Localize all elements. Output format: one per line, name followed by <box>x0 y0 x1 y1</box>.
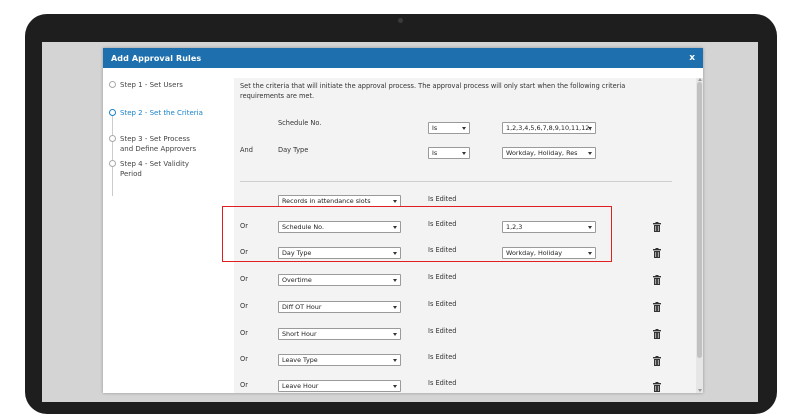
chevron-down-icon <box>588 127 592 130</box>
step-circle-icon <box>109 160 116 167</box>
criteria-intro: Set the criteria that will initiate the … <box>240 82 626 100</box>
step-2-set-criteria[interactable]: Step 2 - Set the Criteria <box>109 108 220 118</box>
webcam <box>398 18 403 23</box>
trash-icon[interactable] <box>653 222 661 232</box>
chevron-down-icon <box>462 152 466 155</box>
criteria-field-label: Schedule No. <box>278 119 322 127</box>
step-3-set-process[interactable]: Step 3 - Set Process and Define Approver… <box>109 134 200 154</box>
step-1-set-users[interactable]: Step 1 - Set Users <box>109 80 220 90</box>
dialog-title: Add Approval Rules <box>111 53 202 63</box>
edit-status: Is Edited <box>428 353 457 361</box>
scrollbar-thumb[interactable] <box>697 82 702 358</box>
scroll-down-arrow-icon[interactable] <box>697 389 702 392</box>
section-divider <box>240 181 672 182</box>
edit-field-select[interactable]: Diff OT Hour <box>278 301 401 313</box>
edit-status: Is Edited <box>428 300 457 308</box>
chevron-down-icon <box>588 152 592 155</box>
value-select[interactable]: Workday, Holiday, Res <box>502 147 596 159</box>
criteria-field-label: Day Type <box>278 146 309 154</box>
edit-status: Is Edited <box>428 379 457 387</box>
step-label: Step 3 - Set Process and Define Approver… <box>120 135 197 153</box>
chevron-down-icon <box>393 333 397 336</box>
edit-field-select[interactable]: Overtime <box>278 274 401 286</box>
scroll-up-arrow-icon[interactable] <box>697 78 702 81</box>
trash-icon[interactable] <box>653 356 661 366</box>
step-4-set-validity[interactable]: Step 4 - Set Validity Period <box>109 159 200 179</box>
vertical-scrollbar[interactable] <box>696 78 703 393</box>
trash-icon[interactable] <box>653 275 661 285</box>
trash-icon[interactable] <box>653 302 661 312</box>
edit-connector: Or <box>240 302 248 310</box>
operator-select[interactable]: Is <box>428 122 470 134</box>
edit-field-select[interactable]: Short Hour <box>278 328 401 340</box>
chevron-down-icon <box>393 359 397 362</box>
edit-status: Is Edited <box>428 195 457 203</box>
operator-select[interactable]: Is <box>428 147 470 159</box>
close-icon[interactable]: x <box>689 53 695 63</box>
step-label: Step 1 - Set Users <box>120 81 183 89</box>
value-select[interactable]: 1,2,3,4,5,6,7,8,9,10,11,12, <box>502 122 596 134</box>
edit-field-select[interactable]: Leave Hour <box>278 380 401 392</box>
step-circle-icon <box>109 81 116 88</box>
edit-status: Is Edited <box>428 273 457 281</box>
step-circle-icon <box>109 135 116 142</box>
chevron-down-icon <box>393 306 397 309</box>
trash-icon[interactable] <box>653 248 661 258</box>
edit-field-select[interactable]: Leave Type <box>278 354 401 366</box>
step-circle-icon <box>109 109 116 116</box>
steps-sidebar: Step 1 - Set Users Step 2 - Set the Crit… <box>103 68 231 393</box>
step-label: Step 4 - Set Validity Period <box>120 160 190 178</box>
edit-connector: Or <box>240 275 248 283</box>
edit-connector: Or <box>240 355 248 363</box>
edit-connector: Or <box>240 329 248 337</box>
step-label: Step 2 - Set the Criteria <box>120 109 203 117</box>
chevron-down-icon <box>393 200 397 203</box>
chevron-down-icon <box>393 279 397 282</box>
edit-status: Is Edited <box>428 327 457 335</box>
trash-icon[interactable] <box>653 382 661 392</box>
trash-icon[interactable] <box>653 329 661 339</box>
highlight-box <box>222 206 612 262</box>
criteria-connector: And <box>240 146 253 154</box>
dialog-header: Add Approval Rules x <box>103 48 703 68</box>
edit-connector: Or <box>240 381 248 389</box>
chevron-down-icon <box>393 385 397 388</box>
chevron-down-icon <box>462 127 466 130</box>
